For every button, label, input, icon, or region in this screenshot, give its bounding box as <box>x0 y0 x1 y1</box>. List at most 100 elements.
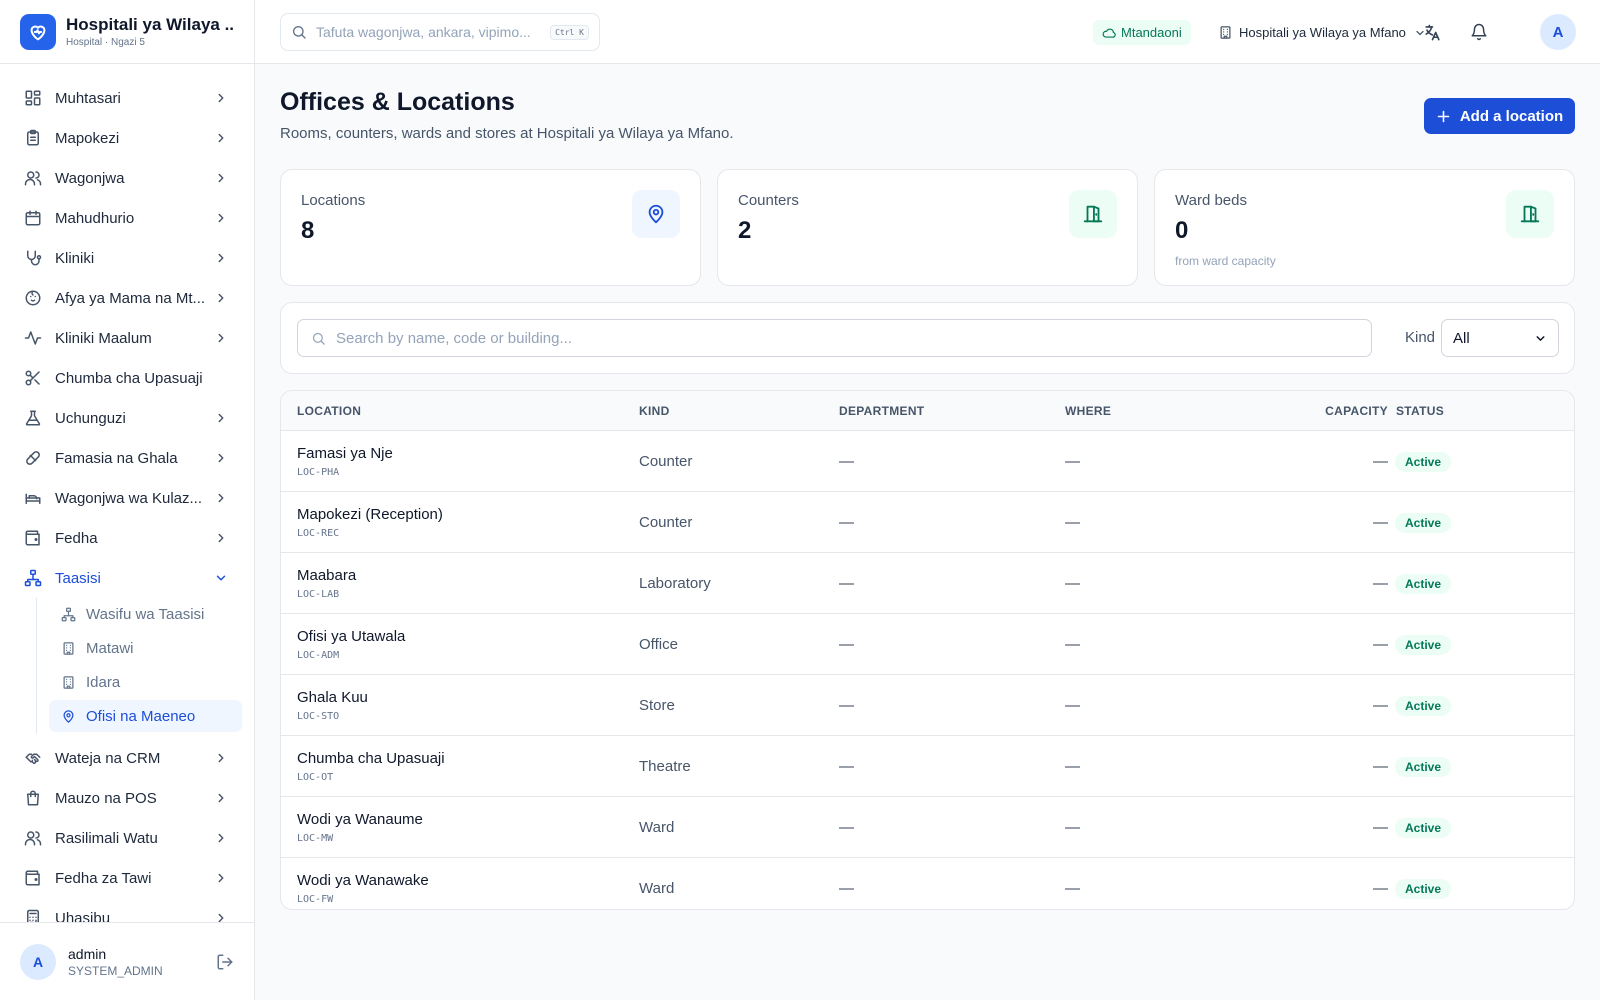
global-search-input[interactable]: Tafuta wagonjwa, ankara, vipimo... Ctrl … <box>280 13 600 51</box>
table-row[interactable]: Famasi ya Nje LOC-PHA Counter — — — Active <box>281 431 1574 492</box>
sidebar-item-label: Wagonjwa wa Kulaz... <box>55 489 203 507</box>
sidebar-item-chumba-cha-upasuaji[interactable]: Chumba cha Upasuaji <box>0 358 254 398</box>
table-row[interactable]: Ghala Kuu LOC-STO Store — — — Active <box>281 675 1574 736</box>
column-header-location[interactable]: LOCATION <box>297 404 361 418</box>
status-badge: Active <box>1395 696 1452 716</box>
location-name: Famasi ya Nje <box>297 445 393 462</box>
column-header-capacity[interactable]: CAPACITY <box>1325 404 1388 418</box>
org-icon <box>24 569 42 587</box>
location-department: — <box>839 636 854 653</box>
table-row[interactable]: Chumba cha Upasuaji LOC-OT Theatre — — — Activ… <box>281 736 1574 797</box>
location-department: — <box>839 880 854 897</box>
search-icon <box>291 24 307 40</box>
stat-label: Locations <box>301 192 366 209</box>
chevron-right-icon <box>214 411 228 425</box>
column-header-department[interactable]: DEPARTMENT <box>839 404 924 418</box>
chevron-right-icon <box>214 491 228 505</box>
location-where: — <box>1065 636 1080 653</box>
wallet-icon <box>24 529 42 547</box>
sidebar-subitem-ofisi-na-maeneo[interactable]: Ofisi na Maeneo <box>49 700 242 732</box>
sidebar-item-label: Kliniki <box>55 249 95 267</box>
bell-icon[interactable] <box>1467 20 1491 44</box>
location-code: LOC-ADM <box>297 650 340 661</box>
table-row[interactable]: Wodi ya Wanaume LOC-MW Ward — — — Active <box>281 797 1574 858</box>
building-icon <box>1218 25 1233 40</box>
table-row[interactable]: Ofisi ya Utawala LOC-ADM Office — — — Active <box>281 614 1574 675</box>
page-subtitle: Rooms, counters, wards and stores at Hos… <box>280 125 734 142</box>
brand[interactable]: Hospitali ya Wilaya ... Hospital · Ngazi… <box>0 0 254 64</box>
sidebar-item-afya-ya-mama-na-mt[interactable]: Afya ya Mama na Mt... <box>0 278 254 318</box>
sidebar-subitem-wasifu-wa-taasisi[interactable]: Wasifu wa Taasisi <box>49 598 242 630</box>
map-pin-icon <box>61 709 76 724</box>
sidebar-item-mahudhurio[interactable]: Mahudhurio <box>0 198 254 238</box>
logout-icon[interactable] <box>216 953 234 971</box>
sidebar-item-muhtasari[interactable]: Muhtasari <box>0 78 254 118</box>
topbar: Tafuta wagonjwa, ankara, vipimo... Ctrl … <box>255 0 1600 64</box>
door-icon <box>1506 190 1554 238</box>
language-icon[interactable] <box>1420 20 1444 44</box>
sidebar-item-label: Rasilimali Watu <box>55 829 158 847</box>
status-badge: Active <box>1395 513 1452 533</box>
org-icon <box>61 607 76 622</box>
sidebar-item-taasisi[interactable]: Taasisi <box>0 558 254 598</box>
keyboard-shortcut: Ctrl K <box>550 24 589 40</box>
sidebar-item-mauzo-na-pos[interactable]: Mauzo na POS <box>0 778 254 818</box>
sidebar-item-label: Afya ya Mama na Mt... <box>55 289 206 307</box>
chevron-right-icon <box>214 531 228 545</box>
sidebar-item-label: Mapokezi <box>55 129 120 147</box>
sidebar-item-wagonjwa-wa-kulaz[interactable]: Wagonjwa wa Kulaz... <box>0 478 254 518</box>
stat-card-ward-beds: Ward beds 0 from ward capacity <box>1154 169 1575 286</box>
app-subtitle: Hospital · Ngazi 5 <box>66 37 145 48</box>
table-row[interactable]: Wodi ya Wanawake LOC-FW Ward — — — Active <box>281 858 1574 909</box>
table-row[interactable]: Mapokezi (Reception) LOC-REC Counter — — — Act… <box>281 492 1574 553</box>
sidebar-item-label: Muhtasari <box>55 89 121 107</box>
column-header-where[interactable]: WHERE <box>1065 404 1111 418</box>
location-capacity: — <box>1373 758 1388 775</box>
sidebar-item-uchunguzi[interactable]: Uchunguzi <box>0 398 254 438</box>
location-kind: Ward <box>639 819 675 836</box>
location-kind: Ward <box>639 880 675 897</box>
kind-filter-select[interactable]: All <box>1441 319 1559 357</box>
sidebar-item-wagonjwa[interactable]: Wagonjwa <box>0 158 254 198</box>
user-profile[interactable]: A admin SYSTEM_ADMIN <box>0 922 254 1000</box>
global-search-placeholder: Tafuta wagonjwa, ankara, vipimo... <box>316 24 531 40</box>
location-where: — <box>1065 514 1080 531</box>
sidebar-subitem-matawi[interactable]: Matawi <box>49 632 242 664</box>
table-row[interactable]: Maabara LOC-LAB Laboratory — — — Active <box>281 553 1574 614</box>
location-department: — <box>839 514 854 531</box>
filter-bar: Search by name, code or building... Kind… <box>280 302 1575 374</box>
branch-selector[interactable]: Hospitali ya Wilaya ya Mfano <box>1218 20 1426 45</box>
chevron-right-icon <box>214 331 228 345</box>
sidebar-item-mapokezi[interactable]: Mapokezi <box>0 118 254 158</box>
location-name: Ofisi ya Utawala <box>297 628 406 645</box>
column-header-kind[interactable]: KIND <box>639 404 670 418</box>
add-location-button[interactable]: Add a location <box>1424 98 1575 134</box>
sidebar-item-fedha-za-tawi[interactable]: Fedha za Tawi <box>0 858 254 898</box>
stat-label: Ward beds <box>1175 192 1247 209</box>
user-role: SYSTEM_ADMIN <box>68 963 163 978</box>
online-status-label: Mtandaoni <box>1121 25 1182 40</box>
chevron-right-icon <box>214 791 228 805</box>
sidebar-item-fedha[interactable]: Fedha <box>0 518 254 558</box>
sidebar-item-rasilimali-watu[interactable]: Rasilimali Watu <box>0 818 254 858</box>
location-code: LOC-STO <box>297 711 340 722</box>
baby-icon <box>24 289 42 307</box>
location-search-input[interactable]: Search by name, code or building... <box>297 319 1372 357</box>
location-name: Mapokezi (Reception) <box>297 506 443 523</box>
stat-label: Counters <box>738 192 799 209</box>
sidebar-item-wateja-na-crm[interactable]: Wateja na CRM <box>0 738 254 778</box>
sidebar-subitem-label: Matawi <box>86 639 134 657</box>
column-header-status[interactable]: STATUS <box>1396 404 1444 418</box>
location-search-placeholder: Search by name, code or building... <box>336 329 572 347</box>
sidebar-item-famasia-na-ghala[interactable]: Famasia na Ghala <box>0 438 254 478</box>
topbar-avatar[interactable]: A <box>1540 14 1576 50</box>
sidebar-item-kliniki-maalum[interactable]: Kliniki Maalum <box>0 318 254 358</box>
page-title: Offices & Locations <box>280 88 515 116</box>
location-where: — <box>1065 697 1080 714</box>
wallet-icon <box>24 869 42 887</box>
sidebar-item-kliniki[interactable]: Kliniki <box>0 238 254 278</box>
building-icon <box>61 675 76 690</box>
sidebar-subitem-idara[interactable]: Idara <box>49 666 242 698</box>
chevron-right-icon <box>214 871 228 885</box>
chevron-right-icon <box>214 831 228 845</box>
